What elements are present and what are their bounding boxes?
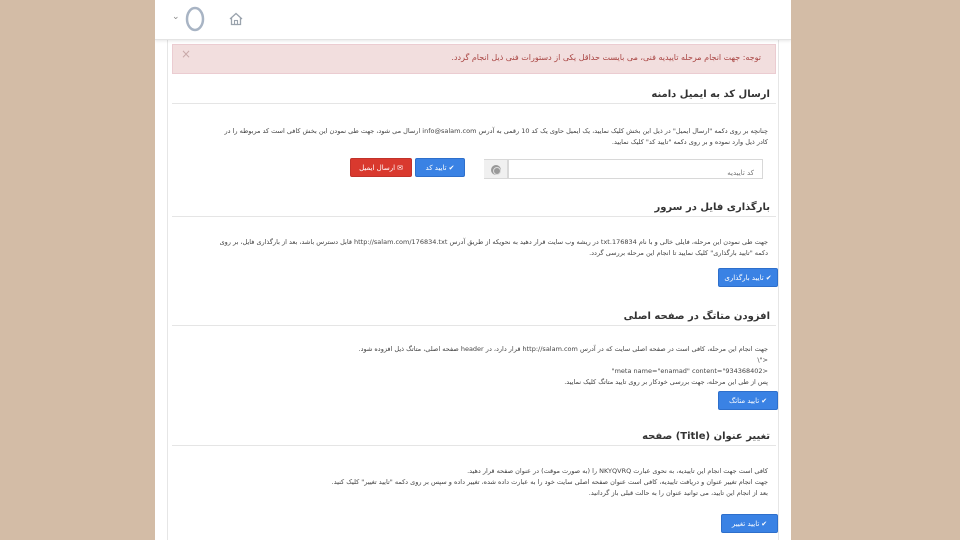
description-line: جهت انجام تغییر عنوان و دریافت تاییدیه، … [331, 478, 768, 486]
description-line: دکمه "تایید بارگذاری" کلیک نمایید تا انج… [589, 249, 768, 257]
title-change-section: تغییر عنوان (Title) صفحه کافی است جهت ان… [172, 428, 776, 540]
section-title: افزودن متاتگ در صفحه اصلی [172, 308, 776, 326]
code-input-wrapper [508, 159, 763, 182]
section-description: کافی است جهت انجام این تاییدیه، به نحوی … [172, 466, 776, 499]
confirm-code-button[interactable]: ✔تایید کد [415, 158, 465, 177]
section-title: ارسال کد به ایمیل دامنه [172, 86, 776, 104]
button-label: تایید تغییر [731, 520, 760, 528]
home-icon[interactable] [228, 11, 244, 27]
check-icon: ✔ [761, 520, 768, 528]
close-icon[interactable]: × [181, 47, 191, 61]
content-area: × توجه: جهت انجام مرحله تاییدیه فنی، می … [167, 40, 779, 540]
section-title: بارگذاری فایل در سرور [172, 199, 776, 217]
confirm-upload-button[interactable]: ✔تایید بارگذاری [718, 268, 778, 287]
button-label: تایید بارگذاری [724, 274, 764, 282]
description-line: پس از طی این مرحله، جهت بررسی خودکار بر … [564, 378, 768, 386]
check-icon: ✔ [765, 274, 772, 282]
description-line: کافی است جهت انجام این تاییدیه، به نحوی … [467, 467, 768, 475]
description-line: بعد از انجام این تایید، می توانید عنوان … [588, 489, 768, 497]
chevron-down-icon[interactable]: ⌄ [172, 12, 180, 22]
button-label: تایید متاتگ [728, 397, 760, 405]
description-line: جهت انجام این مرحله، کافی است در صفحه اص… [358, 345, 768, 353]
input-addon [484, 159, 508, 179]
alert-text: توجه: جهت انجام مرحله تاییدیه فنی، می با… [451, 53, 761, 62]
description-line: چنانچه بر روی دکمه "ارسال ایمیل" در ذیل … [224, 127, 768, 135]
confirm-metatag-button[interactable]: ✔تایید متاتگ [718, 391, 778, 410]
main-panel: ⌄ × توجه: جهت انجام مرحله تاییدیه فنی، م… [155, 0, 791, 540]
globe-icon [491, 165, 501, 175]
verification-code-input[interactable] [509, 164, 762, 182]
send-email-button[interactable]: ✉ارسال ایمیل [350, 158, 412, 177]
section-description: جهت انجام این مرحله، کافی است در صفحه اص… [172, 344, 776, 388]
metatag-section: افزودن متاتگ در صفحه اصلی جهت انجام این … [172, 308, 776, 418]
section-description: جهت طی نمودن این مرحله، فایلی خالی و با … [172, 237, 776, 259]
check-icon: ✔ [448, 164, 455, 172]
top-bar: ⌄ [155, 0, 791, 40]
code-line: <meta name="enamad" content="934368402" [611, 367, 768, 375]
check-icon: ✔ [761, 397, 768, 405]
alert-box: × توجه: جهت انجام مرحله تاییدیه فنی، می … [172, 44, 776, 74]
button-label: ارسال ایمیل [359, 164, 396, 172]
button-label: تایید کد [425, 164, 447, 172]
description-line: جهت طی نمودن این مرحله، فایلی خالی و با … [219, 238, 768, 246]
code-line: <"\ [757, 356, 768, 364]
description-line: کادر ذیل وارد نموده و بر روی دکمه "تایید… [611, 138, 768, 146]
upload-section: بارگذاری فایل در سرور جهت طی نمودن این م… [172, 199, 776, 299]
confirm-title-change-button[interactable]: ✔تایید تغییر [721, 514, 778, 533]
section-description: چنانچه بر روی دکمه "ارسال ایمیل" در ذیل … [172, 126, 776, 148]
user-avatar-icon[interactable] [184, 5, 206, 33]
section-title: تغییر عنوان (Title) صفحه [172, 428, 776, 446]
envelope-icon: ✉ [397, 164, 403, 172]
